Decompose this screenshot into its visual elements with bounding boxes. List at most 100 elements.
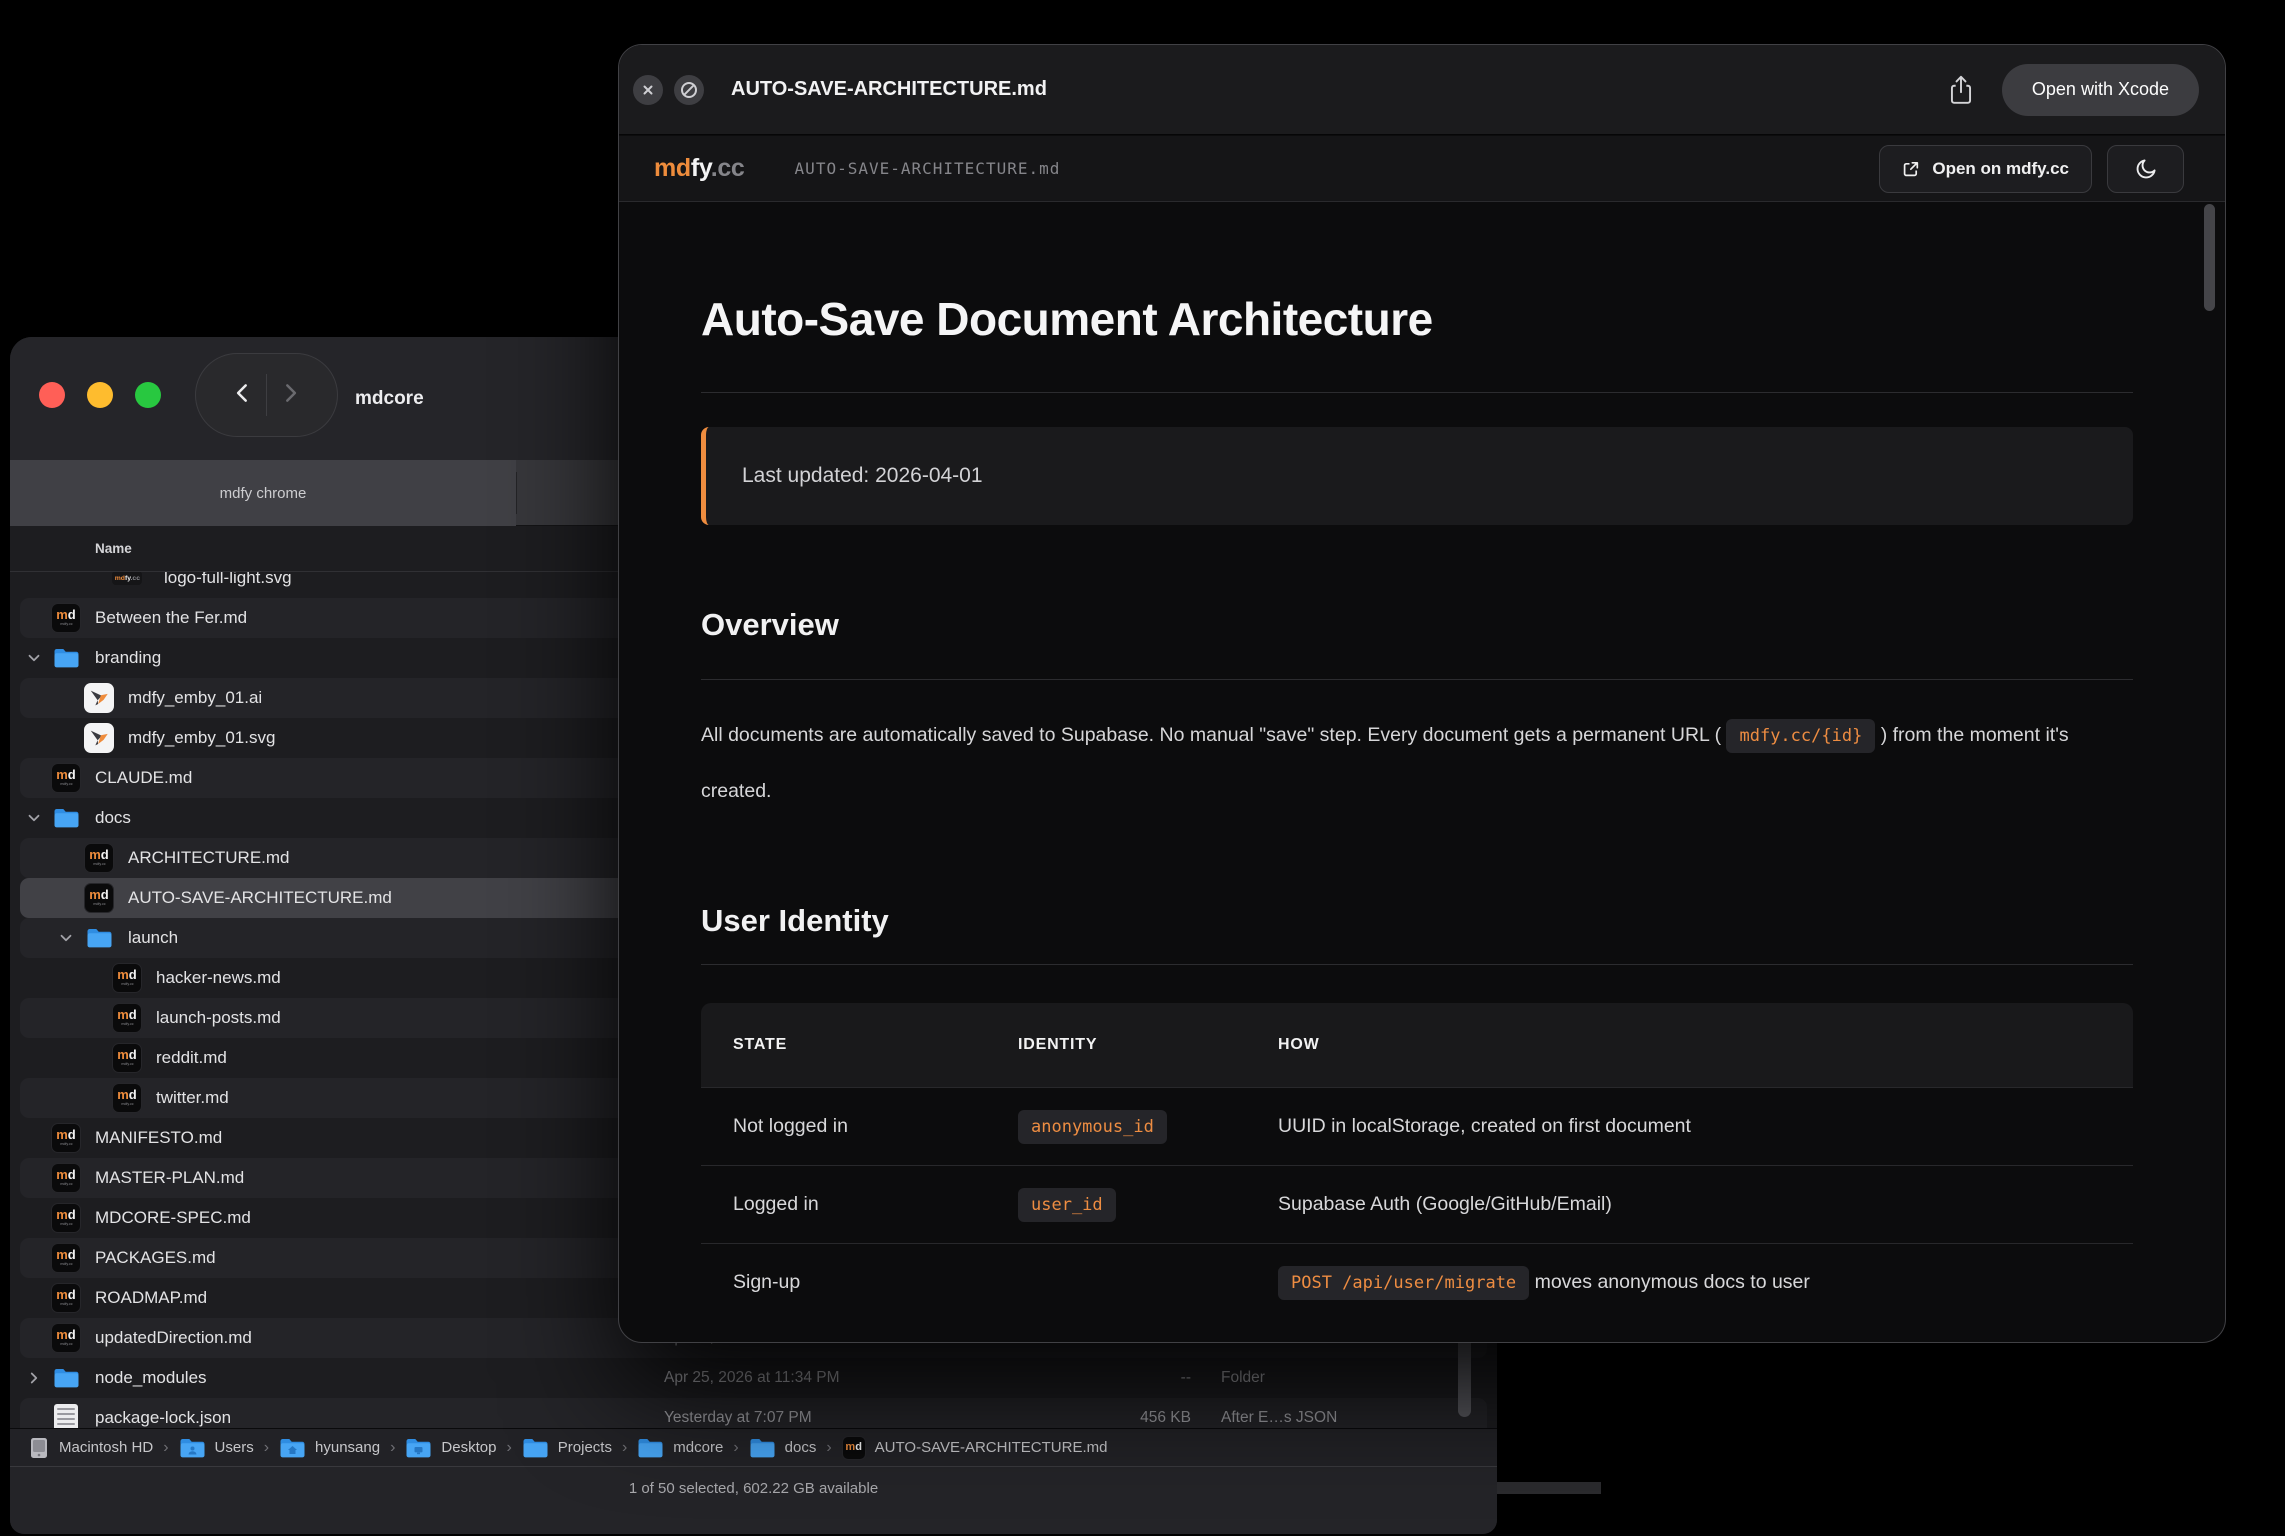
path-label: AUTO-SAVE-ARCHITECTURE.md: [875, 1439, 1108, 1456]
path-item[interactable]: docs: [749, 1437, 817, 1459]
markdown-file-icon: mdmdfy.cc: [112, 1083, 142, 1113]
minimize-window-button[interactable]: [87, 382, 113, 408]
path-label: docs: [785, 1439, 817, 1456]
overview-heading: Overview: [701, 607, 2133, 643]
file-name: branding: [95, 638, 161, 678]
file-name: hacker-news.md: [156, 958, 281, 998]
inline-code: user_id: [1018, 1188, 1116, 1222]
zoom-window-button[interactable]: [135, 382, 161, 408]
path-label: Projects: [558, 1439, 612, 1456]
inline-code: mdfy.cc/{id}: [1726, 719, 1875, 753]
path-chevron-icon: ›: [506, 1439, 511, 1457]
path-item[interactable]: Macintosh HD: [28, 1436, 153, 1460]
folder-icon: [522, 1437, 549, 1459]
cell-how: Supabase Auth (Google/GitHub/Email): [1278, 1166, 2133, 1244]
expand-button[interactable]: [674, 75, 704, 105]
path-chevron-icon: ›: [264, 1439, 269, 1457]
quicklook-title: AUTO-SAVE-ARCHITECTURE.md: [731, 78, 1047, 101]
slash-circle-icon: [680, 81, 698, 99]
finder-tab[interactable]: mdfy chrome: [10, 460, 516, 526]
moon-icon: [2134, 157, 2158, 181]
divider: [701, 964, 2133, 965]
path-chevron-icon: ›: [390, 1439, 395, 1457]
open-on-mdfy-button[interactable]: Open on mdfy.cc: [1879, 145, 2092, 193]
path-item[interactable]: hyunsang: [279, 1437, 380, 1459]
markdown-file-icon: mdmdfy.cc: [51, 1243, 81, 1273]
path-label: mdcore: [673, 1439, 723, 1456]
nav-divider: [266, 374, 267, 416]
quicklook-titlebar: AUTO-SAVE-ARCHITECTURE.md Open with Xcod…: [619, 45, 2225, 135]
path-chevron-icon: ›: [622, 1439, 627, 1457]
finder-tab-label: mdfy chrome: [220, 485, 307, 502]
cell-state: Sign-up: [701, 1244, 1018, 1322]
share-icon: [1948, 74, 1974, 106]
nav-buttons: [195, 353, 338, 437]
share-button[interactable]: [1946, 72, 1976, 108]
cell-how: UUID in localStorage, created on first d…: [1278, 1088, 2133, 1166]
cell-identity: user_id: [1018, 1166, 1278, 1244]
path-item[interactable]: mdcore: [637, 1437, 723, 1459]
mdfy-header: mdfy.cc AUTO-SAVE-ARCHITECTURE.md Open o…: [619, 136, 2225, 202]
close-button[interactable]: [633, 75, 663, 105]
file-name: PACKAGES.md: [95, 1238, 216, 1278]
close-window-button[interactable]: [39, 382, 65, 408]
inline-code: POST /api/user/migrate: [1278, 1266, 1529, 1300]
table-row: Not logged inanonymous_idUUID in localSt…: [701, 1088, 2133, 1166]
path-label: Macintosh HD: [59, 1439, 153, 1456]
viewer-scrollbar[interactable]: [2204, 204, 2215, 311]
forward-button[interactable]: [277, 380, 303, 411]
cell-state: Logged in: [701, 1166, 1018, 1244]
markdown-file-icon: mdmdfy.cc: [112, 1003, 142, 1033]
disclosure-triangle[interactable]: [25, 649, 43, 667]
markdown-file-icon: mdmdfy.cc: [84, 883, 114, 913]
file-name: AUTO-SAVE-ARCHITECTURE.md: [128, 878, 392, 918]
markdown-file-icon: mdmdfy.cc: [51, 1283, 81, 1313]
path-item[interactable]: Projects: [522, 1437, 612, 1459]
path-item[interactable]: md AUTO-SAVE-ARCHITECTURE.md: [842, 1436, 1108, 1460]
open-with-xcode-button[interactable]: Open with Xcode: [2002, 64, 2199, 116]
path-chevron-icon: ›: [733, 1439, 738, 1457]
file-row[interactable]: node_modulesApr 25, 2026 at 11:34 PM -- …: [10, 1358, 1497, 1398]
folder-icon: [749, 1437, 776, 1459]
folder-icon: [179, 1437, 206, 1459]
disclosure-triangle[interactable]: [25, 1369, 43, 1387]
file-size: --: [1010, 1358, 1191, 1398]
mdfy-bird-logo-icon: [84, 683, 114, 713]
file-name: MDCORE-SPEC.md: [95, 1198, 251, 1238]
path-label: Desktop: [441, 1439, 496, 1456]
disclosure-triangle[interactable]: [57, 929, 75, 947]
disclosure-triangle[interactable]: [25, 809, 43, 827]
path-item[interactable]: Users: [179, 1437, 254, 1459]
window-title: mdcore: [355, 337, 424, 460]
hard-drive-icon: [28, 1436, 50, 1460]
identity-heading: User Identity: [701, 903, 2133, 939]
cell-how: POST /api/user/migrate moves anonymous d…: [1278, 1244, 2133, 1322]
inline-code: anonymous_id: [1018, 1110, 1167, 1144]
markdown-file-icon: mdmdfy.cc: [51, 603, 81, 633]
path-item[interactable]: Desktop: [405, 1437, 496, 1459]
external-link-icon: [1902, 160, 1920, 178]
file-name: CLAUDE.md: [95, 758, 192, 798]
mdfy-wordmark-icon: mdfy.cc: [112, 571, 142, 585]
table-row: Sign-up POST /api/user/migrate moves anon…: [701, 1244, 2133, 1322]
path-bar: Macintosh HD› Users› hyunsang› Desktop› …: [10, 1428, 1497, 1466]
mdfy-logo: mdfy.cc: [654, 154, 745, 183]
folder-icon: [86, 927, 113, 949]
markdown-document: Auto-Save Document Architecture Last upd…: [701, 202, 2133, 1321]
identity-table: STATE IDENTITY HOW Not logged inanonymou…: [701, 1003, 2133, 1321]
table-row: Logged inuser_id Supabase Auth (Google/Gi…: [701, 1166, 2133, 1244]
file-name: MASTER-PLAN.md: [95, 1158, 244, 1198]
col-how: HOW: [1278, 1003, 2133, 1088]
file-name: updatedDirection.md: [95, 1318, 252, 1358]
last-updated-callout: Last updated: 2026-04-01: [701, 427, 2133, 525]
file-name: ROADMAP.md: [95, 1278, 207, 1318]
background-window-sliver: [1497, 1482, 1601, 1494]
markdown-file-icon: mdmdfy.cc: [112, 963, 142, 993]
markdown-file-icon: mdmdfy.cc: [112, 1043, 142, 1073]
back-button[interactable]: [230, 380, 256, 411]
markdown-file-icon: mdmdfy.cc: [51, 1203, 81, 1233]
markdown-file-icon: md: [842, 1436, 866, 1460]
dark-mode-toggle[interactable]: [2107, 145, 2184, 193]
markdown-file-icon: mdmdfy.cc: [51, 763, 81, 793]
status-text: 1 of 50 selected, 602.22 GB available: [10, 1480, 1497, 1497]
